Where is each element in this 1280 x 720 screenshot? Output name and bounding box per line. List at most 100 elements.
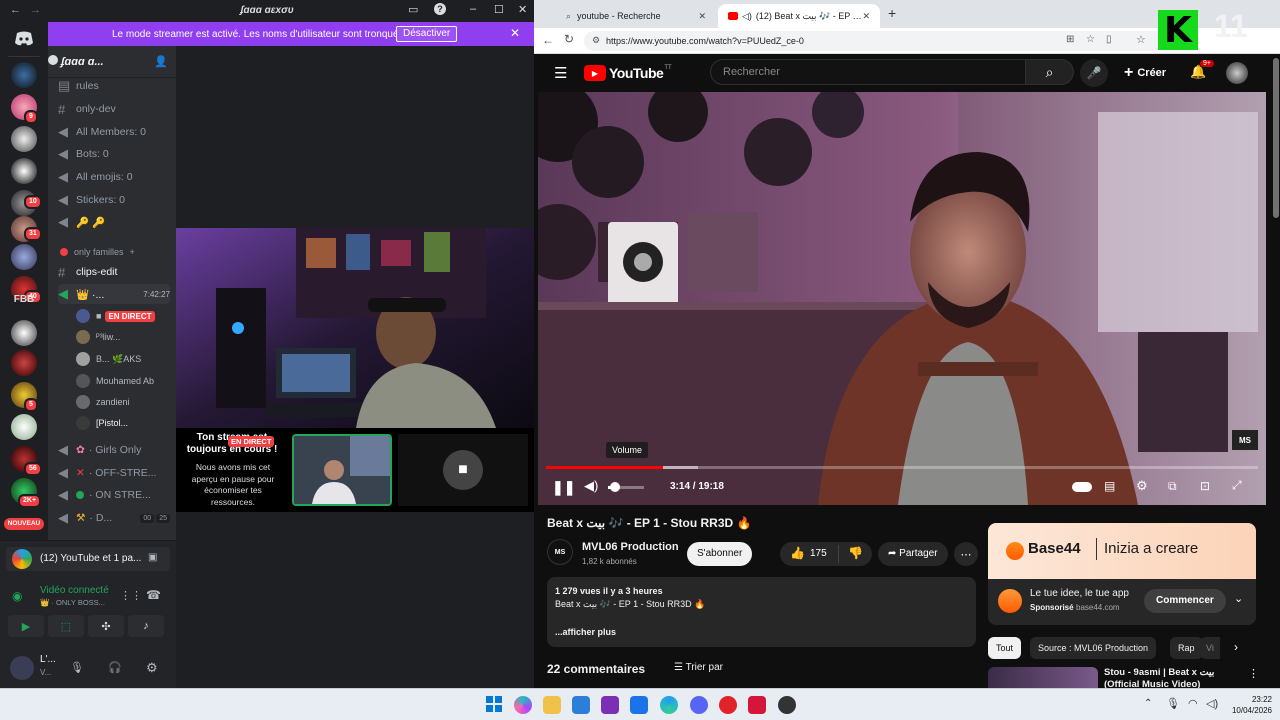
- channel-bots[interactable]: ◀ Bots: 0: [58, 144, 170, 164]
- voice-channel-d[interactable]: ◀ ⚒ · D... 00 25: [58, 508, 170, 528]
- chip-more[interactable]: Vi: [1200, 637, 1220, 659]
- close-window-icon[interactable]: ✕: [518, 3, 527, 16]
- help-icon[interactable]: ?: [434, 3, 446, 15]
- windows-start-icon[interactable]: [486, 696, 504, 714]
- server-icon[interactable]: [11, 350, 37, 376]
- app-icon[interactable]: [748, 696, 766, 714]
- progress-bar[interactable]: [546, 466, 1258, 469]
- server-icon[interactable]: [11, 126, 37, 152]
- subscribe-button[interactable]: S'abonner: [687, 542, 753, 566]
- create-button[interactable]: + Créer: [1124, 60, 1166, 86]
- reload-icon[interactable]: ↻: [564, 32, 574, 46]
- voice-status-title[interactable]: Vidéo connecté: [40, 585, 109, 596]
- server-icon[interactable]: [11, 62, 37, 88]
- more-options-icon[interactable]: ⋮: [1248, 667, 1259, 680]
- stream-video[interactable]: [176, 228, 534, 428]
- new-tab-icon[interactable]: +: [888, 5, 896, 21]
- channel-stickers[interactable]: ◀ Stickers: 0: [58, 190, 170, 210]
- add-channel-icon[interactable]: +: [130, 247, 135, 257]
- tab-youtube[interactable]: ◁) (12) Beat x بيت 🎶 - EP 1 - Stou ✕: [718, 4, 880, 28]
- volume-icon[interactable]: ◀): [584, 478, 598, 494]
- channel-watermark-icon[interactable]: MS: [1232, 430, 1258, 450]
- close-tab-icon[interactable]: ✕: [862, 11, 870, 22]
- chevron-down-icon[interactable]: ⌄: [1234, 592, 1243, 605]
- volume-icon[interactable]: ◁): [1206, 697, 1218, 710]
- close-icon[interactable]: ✕: [510, 26, 520, 40]
- miniplayer-icon[interactable]: ⧉: [1168, 479, 1177, 494]
- camera-button[interactable]: ▶: [8, 615, 44, 637]
- chevron-up-icon[interactable]: ⌃: [1144, 698, 1152, 709]
- voice-channel-active[interactable]: ◀ 👑 ·... 7:42:27: [58, 284, 170, 304]
- chip-source[interactable]: Source : MVL06 Production: [1030, 637, 1157, 659]
- ad-banner[interactable]: Base44 Inizia a creare: [988, 523, 1256, 579]
- discord-home-icon[interactable]: [11, 26, 37, 52]
- microphone-icon[interactable]: 🎙: [70, 661, 84, 674]
- description-box[interactable]: 1 279 vues il y a 3 heures Beat x بيت 🎶 …: [547, 577, 976, 647]
- ad-cta-button[interactable]: Commencer: [1144, 589, 1226, 613]
- server-icon[interactable]: [11, 320, 37, 346]
- chip-all[interactable]: Tout: [988, 637, 1022, 659]
- category-only-familles[interactable]: only familles +: [58, 242, 170, 262]
- maximize-icon[interactable]: ☐: [494, 3, 504, 16]
- voice-user[interactable]: ■ EN DIRECT: [76, 307, 172, 325]
- server-icon[interactable]: [11, 414, 37, 440]
- volume-knob[interactable]: [610, 482, 620, 492]
- settings-gear-icon[interactable]: ⚙: [146, 660, 158, 676]
- back-arrow-icon[interactable]: ←: [542, 33, 554, 47]
- youtube-logo[interactable]: ▶ YouTube TT: [584, 65, 672, 81]
- server-fbb[interactable]: FBB: [11, 288, 37, 310]
- channel-clips-edit[interactable]: # clips-edit: [58, 262, 170, 282]
- voice-channel-girls-only[interactable]: ◀ ✿ · Girls Only: [58, 440, 170, 460]
- site-info-icon[interactable]: ⚙: [592, 35, 600, 46]
- channel-all-emojis[interactable]: ◀ All emojis: 0: [58, 167, 170, 187]
- microphone-icon[interactable]: 🎙: [1166, 697, 1180, 710]
- file-explorer-icon[interactable]: [543, 696, 561, 714]
- app-icon[interactable]: [778, 696, 796, 714]
- more-actions-icon[interactable]: ⋯: [954, 542, 978, 566]
- minimize-icon[interactable]: –: [470, 3, 476, 15]
- video-player[interactable]: MS Volume ❚❚ ◀) 3:14 / 19:18 ▤ ⚙ ⧉ ⊡ ⤢: [538, 92, 1266, 505]
- server-icon[interactable]: [11, 244, 37, 270]
- apps-icon[interactable]: ⊞: [1066, 34, 1074, 45]
- tab-search[interactable]: ⌕ youtube - Recherche ✕: [556, 4, 716, 28]
- server-header[interactable]: ʄɑɑɑ ɑ... 👤: [48, 46, 176, 78]
- self-camera-tile[interactable]: [292, 434, 392, 506]
- search-button[interactable]: ⌕: [1026, 59, 1074, 85]
- camera-tile-off[interactable]: ■: [398, 434, 528, 506]
- voice-channel-off-stream[interactable]: ◀ ✕ · OFF-STRE...: [58, 463, 170, 483]
- channel-name[interactable]: MVL06 Production: [582, 541, 679, 553]
- share-button[interactable]: ➦ Partager: [878, 542, 948, 566]
- edge-icon[interactable]: [660, 696, 678, 714]
- show-more-link[interactable]: ...afficher plus: [555, 627, 616, 637]
- app-icon[interactable]: [719, 696, 737, 714]
- voice-user[interactable]: ᴾ³liw...: [76, 328, 172, 346]
- account-avatar[interactable]: [1226, 62, 1248, 84]
- voice-channel-on-stream[interactable]: ◀ · ON STRE...: [58, 485, 170, 505]
- chevron-right-icon[interactable]: ›: [1234, 640, 1238, 654]
- soundboard-button[interactable]: ♪: [128, 615, 164, 637]
- split-icon[interactable]: ▯: [1106, 34, 1112, 45]
- channel-only-dev[interactable]: # only-dev: [58, 99, 170, 119]
- channel-all-members[interactable]: ◀ All Members: 0: [58, 122, 170, 142]
- subtitles-icon[interactable]: ▤: [1104, 479, 1115, 493]
- voice-user[interactable]: zandieni: [76, 393, 172, 411]
- address-bar[interactable]: ⚙ https://www.youtube.com/watch?v=PUUedZ…: [584, 31, 1164, 51]
- menu-icon[interactable]: ☰: [554, 64, 567, 82]
- channel-keys[interactable]: ◀ 🔑 🔑: [58, 212, 170, 232]
- headphones-icon[interactable]: 🎧: [108, 661, 122, 674]
- scrollbar-thumb[interactable]: [1273, 58, 1279, 218]
- sort-button[interactable]: ☰ Trier par: [674, 662, 723, 673]
- activity-card[interactable]: (12) YouTube et 1 pa... ▣: [6, 547, 170, 571]
- voice-search-button[interactable]: 🎤: [1080, 59, 1108, 87]
- channel-avatar[interactable]: MS: [547, 539, 573, 565]
- add-member-icon[interactable]: 👤: [154, 55, 168, 68]
- activities-button[interactable]: ✣: [88, 615, 124, 637]
- cast-icon[interactable]: ⊡: [1200, 479, 1210, 493]
- wifi-icon[interactable]: ◠: [1188, 697, 1198, 710]
- volume-slider[interactable]: [608, 482, 644, 492]
- favorites-icon[interactable]: ☆: [1136, 33, 1146, 46]
- avatar[interactable]: [10, 656, 34, 680]
- pause-icon[interactable]: ❚❚: [552, 479, 575, 496]
- like-icon[interactable]: 👍: [790, 546, 805, 560]
- settings-gear-icon[interactable]: ⚙: [1136, 478, 1148, 494]
